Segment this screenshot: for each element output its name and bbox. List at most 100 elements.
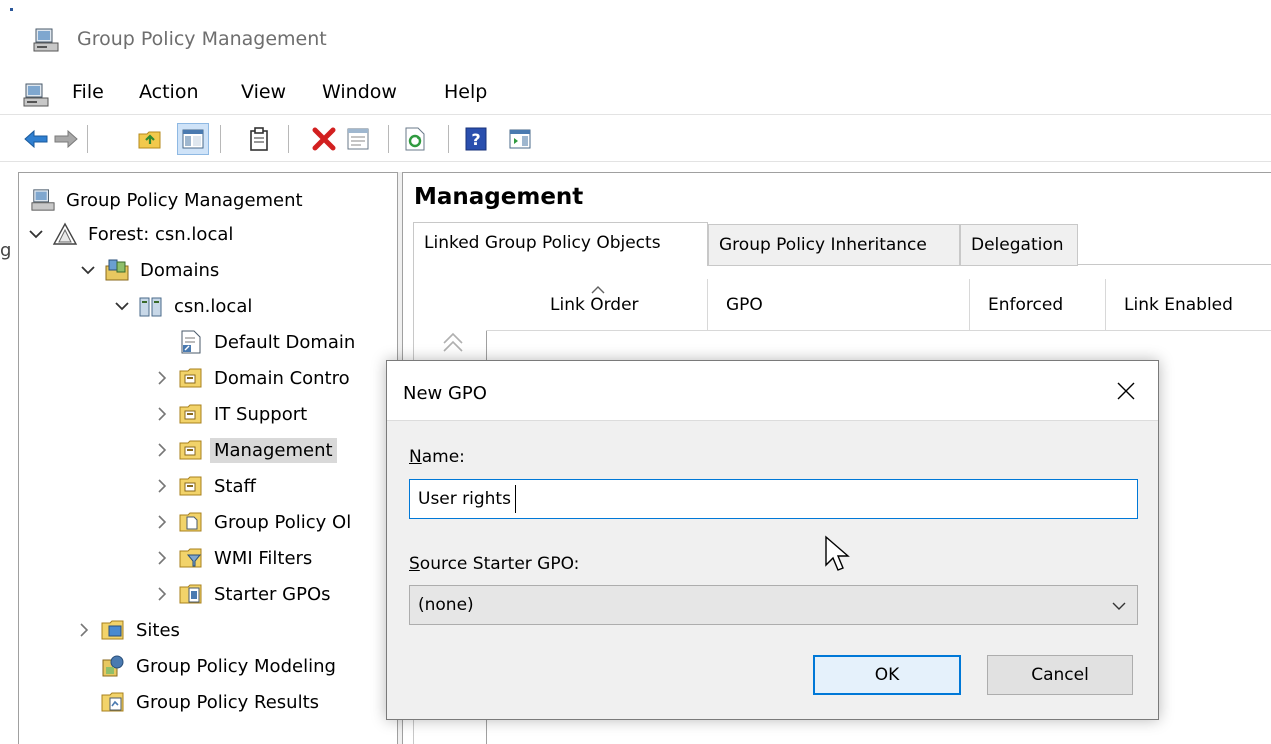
menu-file[interactable]: File <box>72 80 104 104</box>
action-pane-icon[interactable] <box>504 123 536 155</box>
back-arrow-icon[interactable] <box>20 123 52 155</box>
toolbar-separator <box>220 125 221 153</box>
tree-item-label: Default Domain <box>214 331 356 353</box>
menu-view[interactable]: View <box>241 80 286 104</box>
chevron-right-icon[interactable] <box>152 548 172 568</box>
column-header-enforced[interactable]: Enforced <box>970 279 1106 331</box>
window-title: Group Policy Management <box>77 28 327 50</box>
tree-item-group-policy-results[interactable]: Group Policy Results <box>100 684 319 720</box>
tree-item-label: Forest: csn.local <box>88 223 234 245</box>
modeling-icon <box>100 653 126 679</box>
column-header-gpo[interactable]: GPO <box>708 279 970 331</box>
tree-item-staff[interactable]: Staff <box>152 468 256 504</box>
name-label: Name: <box>409 447 465 467</box>
tree-item-group-policy-management[interactable]: Group Policy Management <box>30 182 303 218</box>
refresh-icon[interactable] <box>399 123 431 155</box>
tab-gp-inheritance[interactable]: Group Policy Inheritance <box>708 224 960 266</box>
domain-icon <box>138 293 164 319</box>
menu-window[interactable]: Window <box>322 80 397 104</box>
gpmc-app-icon <box>33 27 59 53</box>
move-link-up-icon[interactable] <box>439 328 467 362</box>
source-starter-gpo-select[interactable]: (none) <box>409 585 1138 625</box>
column-header-link-enabled[interactable]: Link Enabled <box>1106 279 1271 331</box>
cancel-button[interactable]: Cancel <box>987 655 1133 695</box>
chevron-down-icon[interactable] <box>1109 596 1129 616</box>
tree-item-label: Group Policy Ol <box>214 511 352 533</box>
chevron-down-icon[interactable] <box>112 296 132 316</box>
forest-icon <box>52 221 78 247</box>
page-title: Management <box>414 184 584 210</box>
ou-folder-icon <box>178 473 204 499</box>
source-label-accelerator: S <box>409 554 420 574</box>
properties-icon[interactable] <box>342 123 374 155</box>
tree-item-label: Group Policy Modeling <box>136 655 336 677</box>
tree-item-domains[interactable]: Domains <box>78 252 219 288</box>
source-starter-gpo-label: Source Starter GPO: <box>409 554 579 574</box>
chevron-right-icon[interactable] <box>152 512 172 532</box>
tree-item-wmi-filters[interactable]: WMI Filters <box>152 540 312 576</box>
clipboard-icon[interactable] <box>243 123 275 155</box>
tree-item-label: Starter GPOs <box>214 583 331 605</box>
show-hide-tree-icon[interactable] <box>177 123 209 155</box>
tree-item-label: Group Policy Results <box>136 691 320 713</box>
tree-item-domain-controllers[interactable]: Domain Contro <box>152 360 350 396</box>
tree-item-label: csn.local <box>174 295 253 317</box>
tab-delegation[interactable]: Delegation <box>960 224 1078 266</box>
sites-icon <box>100 617 126 643</box>
console-tree-viewport: Group Policy Management Forest: csn.loca… <box>18 172 390 744</box>
tree-item-label: Management <box>210 437 337 463</box>
chevron-right-icon[interactable] <box>152 440 172 460</box>
results-icon <box>100 689 126 715</box>
source-starter-gpo-value: (none) <box>418 595 474 615</box>
tree-item-group-policy-modeling[interactable]: Group Policy Modeling <box>100 648 336 684</box>
menu-help[interactable]: Help <box>444 80 487 104</box>
background-window-fragment: g <box>0 240 12 261</box>
chevron-right-icon[interactable] <box>152 368 172 388</box>
tree-item-label: Staff <box>214 475 256 497</box>
mouse-pointer-icon <box>824 535 854 575</box>
menu-action[interactable]: Action <box>139 80 199 104</box>
up-folder-icon[interactable] <box>134 123 166 155</box>
text-caret <box>515 485 516 513</box>
sort-ascending-icon <box>591 283 605 297</box>
domains-icon <box>104 257 130 283</box>
chevron-right-icon[interactable] <box>152 476 172 496</box>
toolbar-separator <box>448 125 449 153</box>
tab-linked-gpos[interactable]: Linked Group Policy Objects <box>413 222 708 266</box>
dialog-title: New GPO <box>403 383 487 404</box>
tree-item-it-support[interactable]: IT Support <box>152 396 307 432</box>
wmi-filter-icon <box>178 545 204 571</box>
chevron-down-icon[interactable] <box>26 224 46 244</box>
ok-button[interactable]: OK <box>813 655 961 695</box>
tree-item-forest[interactable]: Forest: csn.local <box>26 216 233 252</box>
tree-item-group-policy-objects[interactable]: Group Policy Ol <box>152 504 351 540</box>
ou-folder-icon <box>178 437 204 463</box>
gpo-name-input[interactable] <box>409 479 1138 519</box>
tree-item-management[interactable]: Management <box>152 432 337 468</box>
tree-item-label: Group Policy Management <box>66 189 303 211</box>
tree-item-label: WMI Filters <box>214 547 313 569</box>
chevron-right-icon[interactable] <box>74 620 94 640</box>
close-icon[interactable] <box>1109 374 1143 408</box>
toolbar-separator <box>288 125 289 153</box>
tree-item-sites[interactable]: Sites <box>74 612 180 648</box>
tree-item-default-domain-policy[interactable]: Default Domain <box>178 324 355 360</box>
tree-item-csn-local[interactable]: csn.local <box>112 288 252 324</box>
chevron-down-icon[interactable] <box>78 260 98 280</box>
help-icon[interactable]: ? <box>460 123 492 155</box>
title-accent-mark <box>10 8 13 11</box>
console-menu-icon[interactable] <box>23 82 49 108</box>
forward-arrow-icon[interactable] <box>50 123 82 155</box>
ou-folder-icon <box>178 365 204 391</box>
delete-icon[interactable] <box>308 123 340 155</box>
chevron-right-icon[interactable] <box>152 404 172 424</box>
toolbar-separator <box>87 125 88 153</box>
tree-item-label: Domain Contro <box>214 367 350 389</box>
chevron-right-icon[interactable] <box>152 584 172 604</box>
name-label-accelerator: N <box>409 447 422 467</box>
starter-gpo-icon <box>178 581 204 607</box>
gpo-link-icon <box>178 329 204 355</box>
tree-item-starter-gpos[interactable]: Starter GPOs <box>152 576 331 612</box>
name-label-text: ame: <box>421 447 465 467</box>
tree-item-label: Sites <box>136 619 180 641</box>
